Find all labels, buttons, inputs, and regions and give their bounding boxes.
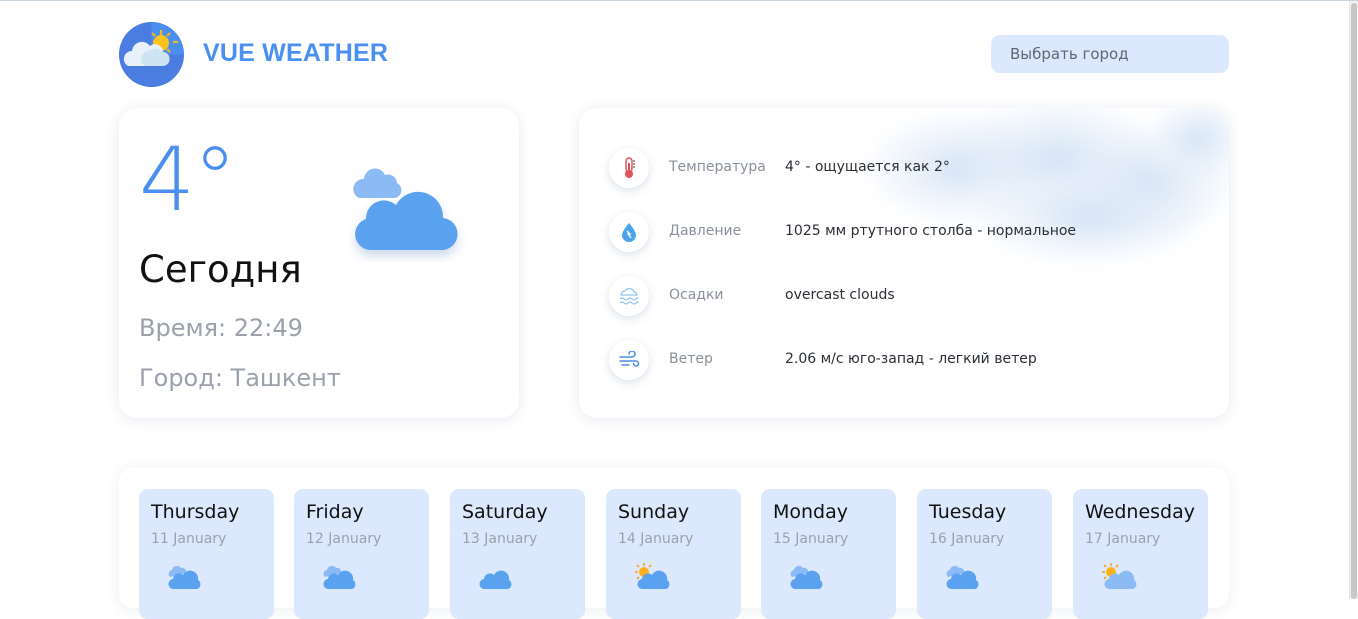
app-title: VUE WEATHER — [203, 39, 389, 67]
detail-value: 1025 мм ртутного столба - нормальное — [785, 223, 1077, 239]
sun-cloud-logo-icon — [119, 22, 184, 87]
current-temperature: 4° — [139, 128, 237, 231]
forecast-strip: Thursday 11 January Friday 12 January Sa… — [119, 468, 1229, 619]
detail-value: overcast clouds — [785, 287, 895, 303]
detail-row-precipitation: Осадки overcast clouds — [609, 276, 1209, 316]
forecast-day-name: Saturday — [462, 501, 548, 523]
today-label: Сегодня — [139, 248, 302, 291]
forecast-day-date: 14 January — [618, 531, 694, 547]
sun-cloud-icon — [1099, 561, 1139, 593]
forecast-day-name: Sunday — [618, 501, 690, 523]
detail-label: Давление — [669, 223, 742, 239]
forecast-day-card[interactable]: Wednesday 17 January — [1073, 489, 1208, 619]
detail-row-wind: Ветер 2.06 м/с юго-запад - легкий ветер — [609, 340, 1209, 380]
thermometer-icon — [609, 148, 649, 188]
detail-label: Ветер — [669, 351, 713, 367]
weather-details-card: Температура 4° - ощущается как 2° Давлен… — [579, 108, 1229, 418]
detail-label: Осадки — [669, 287, 724, 303]
forecast-day-name: Monday — [773, 501, 849, 523]
forecast-day-date: 11 January — [151, 531, 227, 547]
forecast-day-date: 15 January — [773, 531, 849, 547]
forecast-day-date: 16 January — [929, 531, 1005, 547]
forecast-day-card[interactable]: Tuesday 16 January — [917, 489, 1052, 619]
precipitation-icon — [609, 276, 649, 316]
forecast-day-card[interactable]: Friday 12 January — [294, 489, 429, 619]
detail-label: Температура — [669, 159, 766, 175]
sun-cloud-icon — [632, 561, 672, 593]
clouds-icon — [165, 561, 205, 593]
detail-value: 2.06 м/с юго-запад - легкий ветер — [785, 351, 1037, 367]
forecast-day-name: Thursday — [151, 501, 240, 523]
forecast-day-date: 13 January — [462, 531, 538, 547]
clouds-icon — [943, 561, 983, 593]
forecast-day-card[interactable]: Monday 15 January — [761, 489, 896, 619]
forecast-day-date: 12 January — [306, 531, 382, 547]
broken-clouds-icon — [349, 152, 474, 262]
city-search-input[interactable] — [991, 35, 1229, 73]
scrollbar-thumb[interactable] — [1351, 3, 1357, 599]
forecast-day-date: 17 January — [1085, 531, 1161, 547]
forecast-day-card[interactable]: Sunday 14 January — [606, 489, 741, 619]
wind-icon — [609, 340, 649, 380]
forecast-day-name: Tuesday — [929, 501, 1007, 523]
forecast-day-name: Friday — [306, 501, 364, 523]
water-drop-icon — [609, 212, 649, 252]
detail-row-temperature: Температура 4° - ощущается как 2° — [609, 148, 1209, 188]
current-time: Время: 22:49 — [139, 314, 303, 342]
clouds-icon — [787, 561, 827, 593]
forecast-day-card[interactable]: Thursday 11 January — [139, 489, 274, 619]
current-city: Город: Ташкент — [139, 364, 341, 392]
detail-value: 4° - ощущается как 2° — [785, 159, 950, 175]
clouds-icon — [320, 561, 360, 593]
background-cloud-image — [829, 108, 1229, 278]
forecast-day-card[interactable]: Saturday 13 January — [450, 489, 585, 619]
detail-row-pressure: Давление 1025 мм ртутного столба - норма… — [609, 212, 1209, 252]
cloud-icon — [476, 561, 516, 593]
page-scrollbar[interactable] — [1349, 1, 1358, 599]
today-card: 4° Сегодня Время: 22:49 Город: Ташкент — [119, 108, 519, 418]
forecast-day-name: Wednesday — [1085, 501, 1196, 523]
